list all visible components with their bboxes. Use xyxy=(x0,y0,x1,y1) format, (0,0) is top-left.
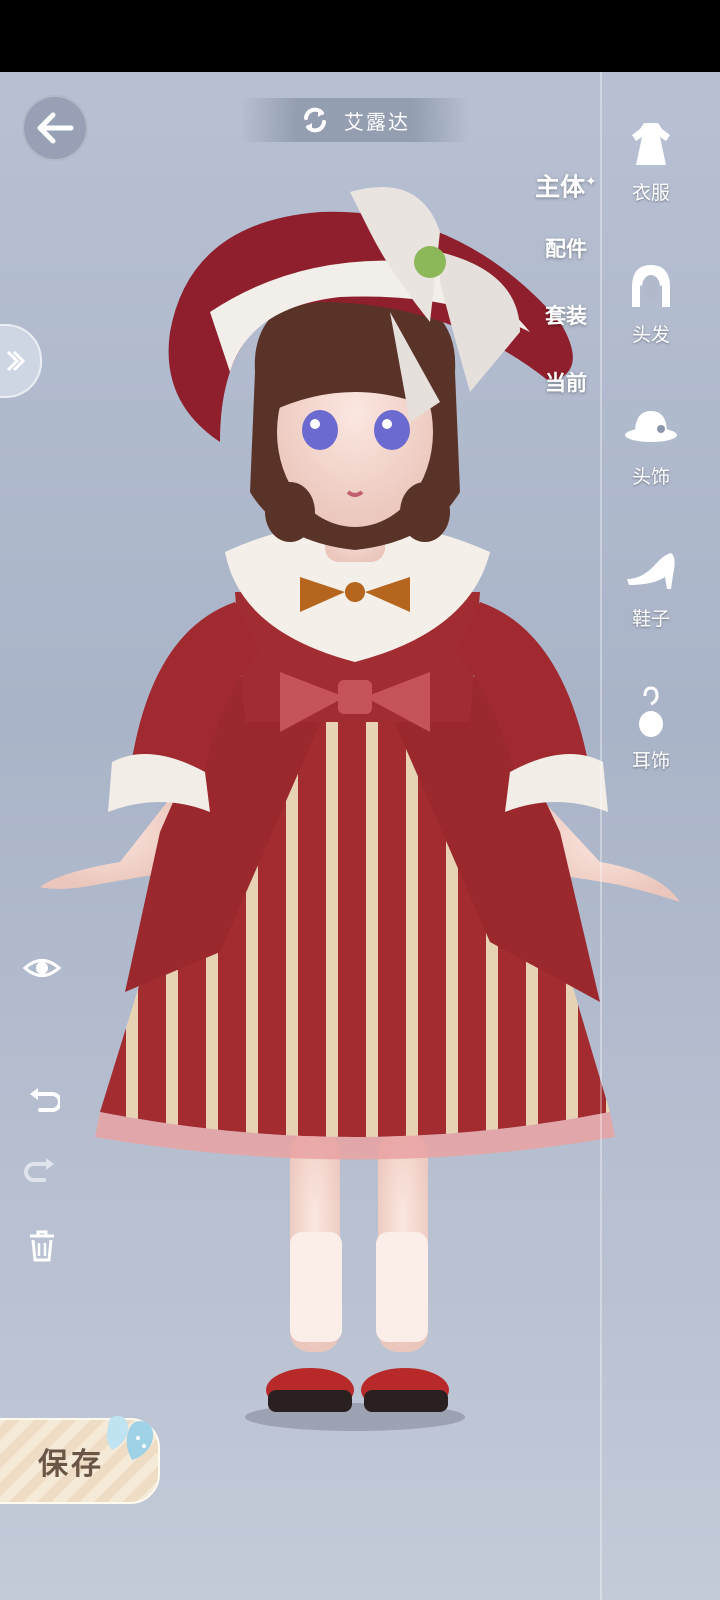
status-bar xyxy=(0,0,720,72)
category-clothes[interactable]: 衣服 xyxy=(612,112,690,254)
chevron-right-icon xyxy=(6,350,26,372)
category-list: 衣服 头发 头饰 鞋子 耳饰 xyxy=(612,112,690,822)
tab-accessories[interactable]: 配件 xyxy=(528,227,604,294)
sparkle-icon: ✦ xyxy=(585,174,597,190)
tab-main-label: 主体 xyxy=(535,172,586,202)
hat-icon xyxy=(623,400,679,456)
sub-tabs: 主体✦ 配件 套装 当前 xyxy=(528,160,604,428)
shoe-icon xyxy=(623,542,679,598)
trash-icon xyxy=(30,1230,54,1262)
hair-icon xyxy=(623,258,679,314)
arrow-left-icon xyxy=(37,112,74,144)
tab-main[interactable]: 主体✦ xyxy=(528,160,604,227)
undo-icon xyxy=(30,1088,60,1112)
delete-button[interactable] xyxy=(22,1226,62,1266)
earring-icon xyxy=(623,684,679,740)
category-hair-label: 头发 xyxy=(631,324,670,346)
undo-button[interactable] xyxy=(22,1082,62,1122)
category-earrings-label: 耳饰 xyxy=(631,750,670,772)
category-clothes-label: 衣服 xyxy=(631,182,670,204)
dress-icon xyxy=(623,116,679,172)
back-button[interactable] xyxy=(22,95,88,161)
eye-icon xyxy=(22,959,62,977)
tab-outfits[interactable]: 套装 xyxy=(528,294,604,361)
category-shoes-label: 鞋子 xyxy=(631,608,670,630)
category-hair[interactable]: 头发 xyxy=(612,254,690,396)
redo-button[interactable] xyxy=(22,1152,62,1192)
character-switch[interactable]: 艾露达 xyxy=(240,98,470,142)
tab-current-label: 当前 xyxy=(545,371,587,395)
toggle-visibility-button[interactable] xyxy=(22,948,62,988)
save-button-label: 保存 xyxy=(38,1447,104,1482)
tab-current[interactable]: 当前 xyxy=(528,361,604,428)
tab-outfits-label: 套装 xyxy=(545,304,587,328)
category-earrings[interactable]: 耳饰 xyxy=(612,680,690,822)
tab-accessories-label: 配件 xyxy=(545,237,587,261)
category-shoes[interactable]: 鞋子 xyxy=(612,538,690,680)
refresh-icon xyxy=(304,107,326,133)
heart-decoration-icon xyxy=(106,1415,154,1460)
category-headwear[interactable]: 头饰 xyxy=(612,396,690,538)
redo-icon xyxy=(24,1158,54,1182)
character-name: 艾露达 xyxy=(344,109,410,134)
category-headwear-label: 头饰 xyxy=(631,466,670,488)
